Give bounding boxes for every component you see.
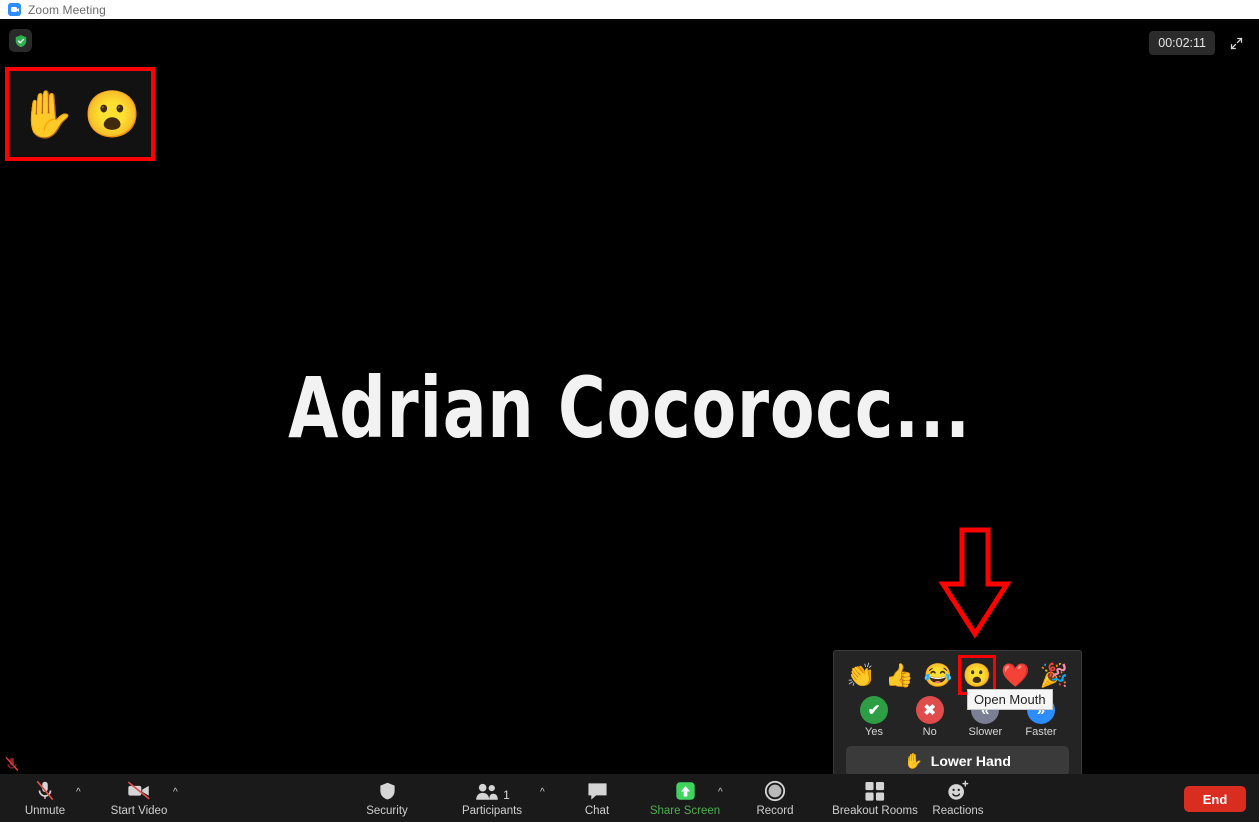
lower-hand-button[interactable]: ✋ Lower Hand <box>846 746 1069 776</box>
breakout-rooms-label: Breakout Rooms <box>832 805 918 817</box>
annotation-arrow-icon <box>938 527 1012 639</box>
participant-name: Adrian Cocorocc... <box>288 359 971 457</box>
video-muted-icon <box>126 779 152 802</box>
share-screen-icon <box>674 779 697 802</box>
participants-options-chevron-icon[interactable]: ^ <box>540 787 545 798</box>
breakout-rooms-icon <box>864 779 886 802</box>
end-meeting-button[interactable]: End <box>1184 786 1246 812</box>
slower-status-label: Slower <box>968 726 1003 738</box>
reactions-icon <box>946 779 970 802</box>
cross-icon: ✖ <box>915 696 944 724</box>
unmute-button[interactable]: Unmute <box>8 779 82 817</box>
stage-top-right-controls: 00:02:11 <box>1149 30 1249 56</box>
meeting-toolbar: Unmute ^ Start Video ^ Security 1 Partic… <box>0 756 1259 822</box>
start-video-button[interactable]: Start Video <box>102 779 176 817</box>
chat-label: Chat <box>584 805 610 817</box>
chat-button[interactable]: Chat <box>560 779 634 817</box>
red-heart-emoji-button[interactable]: ❤️ <box>1000 663 1030 687</box>
meeting-timer: 00:02:11 <box>1149 31 1215 55</box>
video-options-chevron-icon[interactable]: ^ <box>173 787 178 798</box>
share-screen-label: Share Screen <box>649 805 721 817</box>
meeting-stage: ✋ 😮 Adrian Cocorocc... 00:02:11 👏 👍 😂 😮 … <box>0 19 1259 822</box>
lower-hand-label: Lower Hand <box>930 753 1011 769</box>
mic-muted-icon <box>34 779 56 802</box>
security-button[interactable]: Security <box>350 779 424 817</box>
chat-bubble-icon <box>586 779 609 802</box>
raised-hand-icon: ✋ <box>904 753 923 770</box>
participants-button[interactable]: 1 Participants <box>455 779 529 817</box>
check-icon: ✔ <box>860 696 888 724</box>
share-options-chevron-icon[interactable]: ^ <box>718 787 723 798</box>
share-screen-button[interactable]: Share Screen <box>648 779 722 817</box>
reactions-popup: 👏 👍 😂 😮 ❤️ 🎉 ✔ Yes ✖ No « Slower » Faste… <box>833 650 1082 790</box>
yes-status-button[interactable]: ✔ Yes <box>850 696 898 738</box>
audio-options-chevron-icon[interactable]: ^ <box>76 787 81 798</box>
record-label: Record <box>756 805 794 817</box>
party-popper-emoji-button[interactable]: 🎉 <box>1039 663 1069 687</box>
breakout-rooms-button[interactable]: Breakout Rooms <box>830 779 920 817</box>
record-button[interactable]: Record <box>738 779 812 817</box>
green-shield-check-icon[interactable] <box>9 29 32 52</box>
no-status-label: No <box>922 726 937 738</box>
record-icon <box>764 779 786 802</box>
security-label: Security <box>366 805 408 817</box>
muted-mic-indicator-icon <box>5 756 19 772</box>
participants-icon: 1 <box>474 779 510 802</box>
joy-face-emoji-button[interactable]: 😂 <box>923 663 953 687</box>
open-mouth-face-emoji: 😮 <box>83 88 142 140</box>
raised-hand-emoji: ✋ <box>18 88 77 140</box>
participant-video-tile[interactable]: ✋ 😮 Adrian Cocorocc... 00:02:11 👏 👍 😂 😮 … <box>0 19 1259 790</box>
zoom-camera-icon <box>8 3 21 16</box>
window-titlebar: Zoom Meeting <box>0 0 1259 19</box>
expand-arrows-icon[interactable] <box>1223 30 1249 56</box>
faster-status-label: Faster <box>1025 726 1057 738</box>
reactions-label: Reactions <box>932 805 984 817</box>
window-title: Zoom Meeting <box>28 2 106 17</box>
reactions-button[interactable]: Reactions <box>921 779 995 817</box>
shield-icon <box>378 779 397 802</box>
unmute-label: Unmute <box>24 805 66 817</box>
emoji-reaction-row: 👏 👍 😂 😮 ❤️ 🎉 <box>842 658 1073 692</box>
yes-status-label: Yes <box>865 726 883 738</box>
start-video-label: Start Video <box>110 805 168 817</box>
open-mouth-tooltip: Open Mouth <box>967 689 1053 710</box>
participants-count: 1 <box>503 788 510 802</box>
thumbs-up-emoji-button[interactable]: 👍 <box>885 663 915 687</box>
clapping-hands-emoji-button[interactable]: 👏 <box>846 663 876 687</box>
no-status-button[interactable]: ✖ No <box>906 696 954 738</box>
participants-label: Participants <box>461 805 523 817</box>
active-reaction-badges: ✋ 😮 <box>5 67 155 161</box>
open-mouth-emoji-button[interactable]: 😮 <box>962 663 992 687</box>
